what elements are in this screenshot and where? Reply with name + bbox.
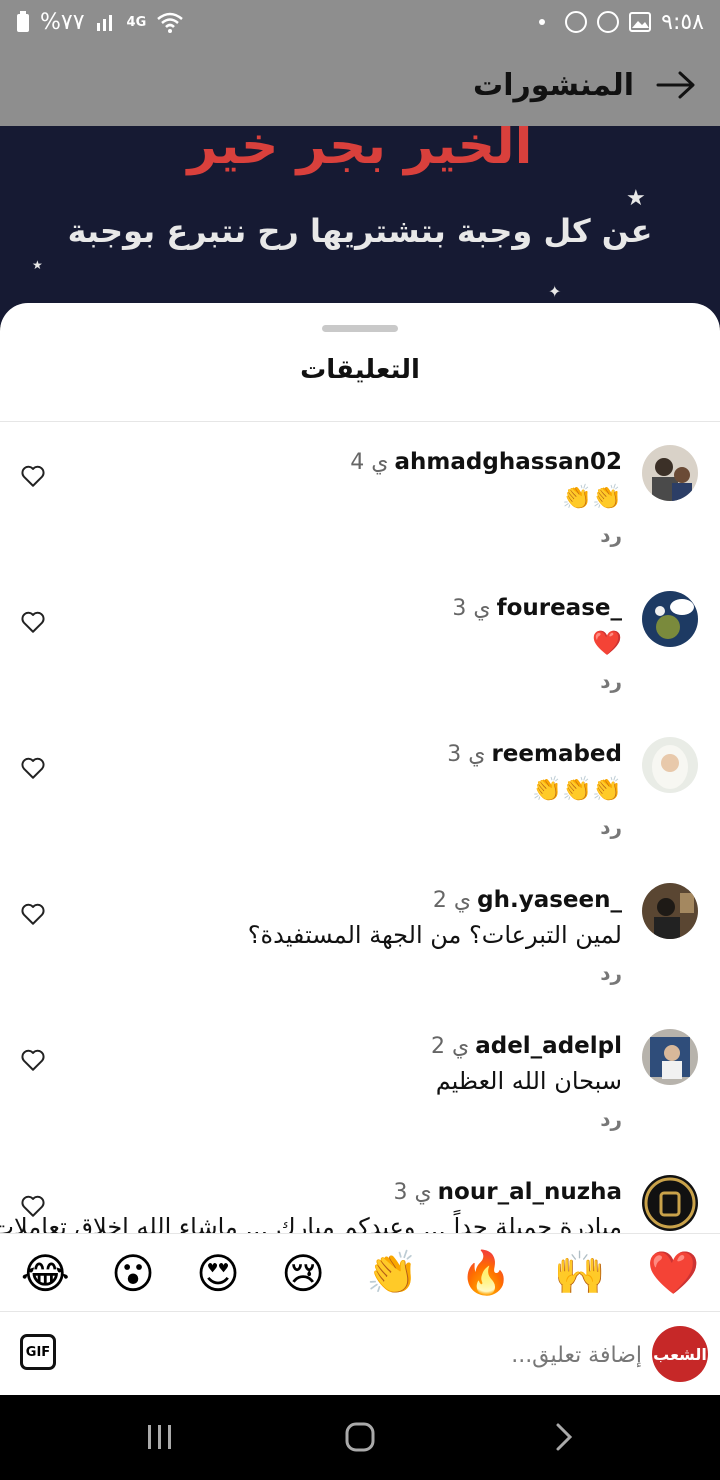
comment-username[interactable]: fourease_ [497, 595, 622, 621]
comment-time: 3 ي [447, 742, 486, 767]
clock: ٩:٥٨ [661, 9, 704, 35]
recents-icon [148, 1425, 171, 1449]
status-bar: %٧٧ 4G ٩:٥٨ [0, 0, 720, 44]
reaction-sad[interactable]: 😢 [281, 1249, 325, 1298]
avatar[interactable] [642, 883, 698, 939]
banner-subline: عن كل وجبة بتشتريها رح نتبرع بوجبة [67, 212, 653, 250]
do-not-disturb-icon [597, 11, 620, 33]
comment-header: 4 ي ahmadghassan02 [350, 449, 622, 475]
home-icon [345, 1422, 375, 1452]
chevron-right-icon [556, 1423, 573, 1451]
comment-time: 4 ي [350, 450, 389, 475]
avatar[interactable] [642, 591, 698, 647]
comment-text: لمين التبرعات؟ من الجهة المستفيدة؟ [247, 921, 622, 949]
comment-item: 3 ي nour_al_nuzha مبادرة جميلة جداً ... … [0, 1153, 720, 1233]
reply-button[interactable]: رد [600, 523, 622, 547]
back-arrow-icon[interactable] [656, 70, 696, 100]
comment-item: 4 ي ahmadghassan02 👏👏 رد [0, 423, 720, 569]
recents-button[interactable] [140, 1419, 180, 1455]
comment-header: 3 ي nour_al_nuzha [393, 1179, 622, 1205]
comment-item: 2 ي gh.yaseen_ لمين التبرعات؟ من الجهة ا… [0, 861, 720, 1007]
divider [0, 421, 720, 422]
status-left: %٧٧ 4G [16, 10, 184, 35]
comment-username[interactable]: gh.yaseen_ [477, 887, 622, 913]
comment-composer: الشعب GIF [0, 1311, 720, 1395]
comment-text: 👏👏 [562, 483, 622, 511]
reaction-laughing[interactable]: 😂 [21, 1249, 70, 1298]
status-right: ٩:٥٨ [539, 10, 704, 35]
comments-list[interactable]: 4 ي ahmadghassan02 👏👏 رد 3 ي fourease_ ❤… [0, 423, 720, 1233]
reaction-heart-eyes[interactable]: 😍 [196, 1249, 240, 1298]
avatar[interactable] [642, 1175, 698, 1231]
drag-handle[interactable] [322, 325, 398, 332]
my-avatar: الشعب [652, 1326, 708, 1382]
comment-time: 2 ي [430, 1034, 470, 1059]
reaction-heart[interactable]: ❤️ [647, 1248, 699, 1298]
comment-text: مبادرة جميلة جداً ... وعيدكم مبارك ... م… [0, 1213, 622, 1233]
comments-title: التعليقات [300, 355, 420, 385]
comment-username[interactable]: reemabed [491, 741, 622, 767]
gif-button[interactable]: GIF [20, 1334, 56, 1370]
avatar[interactable] [642, 737, 698, 793]
network-type: 4G [126, 14, 147, 30]
system-nav-bar [0, 1395, 720, 1480]
star-icon: ★ [626, 186, 646, 211]
comment-header: 2 ي adel_adelpl [431, 1033, 622, 1059]
reply-button[interactable]: رد [600, 1107, 622, 1131]
page-title: المنشورات [473, 67, 634, 103]
avatar[interactable] [642, 445, 698, 501]
reaction-raised-hands[interactable]: 🙌 [553, 1248, 605, 1298]
quick-reactions: ❤️ 🙌 🔥 👏 😢 😍 😮 😂 [0, 1233, 720, 1312]
comment-item: 2 ي adel_adelpl سبحان الله العظيم رد [0, 1007, 720, 1153]
reply-button[interactable]: رد [600, 961, 622, 985]
comment-item: 3 ي reemabed 👏👏👏 رد [0, 715, 720, 861]
comment-text: ❤️ [592, 629, 622, 657]
battery-level: %٧٧ [40, 9, 85, 35]
gallery-icon [629, 12, 652, 32]
comment-input[interactable] [90, 1334, 644, 1376]
comment-time: 3 ي [393, 1180, 432, 1205]
comment-header: 3 ي reemabed [447, 741, 622, 767]
back-button[interactable] [544, 1419, 584, 1455]
comment-text: 👏👏👏 [532, 775, 622, 803]
comment-text: سبحان الله العظيم [435, 1067, 622, 1095]
post-image: الخير بجر خير عن كل وجبة بتشتريها رح نتب… [0, 126, 720, 326]
avatar[interactable] [642, 1029, 698, 1085]
heart-icon[interactable] [20, 609, 46, 635]
comment-username[interactable]: adel_adelpl [475, 1033, 622, 1059]
heart-icon[interactable] [20, 1047, 46, 1073]
heart-icon[interactable] [20, 755, 46, 781]
comment-time: 2 ي [432, 888, 472, 913]
comment-header: 3 ي fourease_ [452, 595, 622, 621]
reaction-surprised[interactable]: 😮 [111, 1249, 155, 1298]
comments-sheet: التعليقات 4 ي ahmadghassan02 👏👏 رد 3 ي f… [0, 303, 720, 1395]
app-header: المنشورات [0, 44, 720, 126]
reply-button[interactable]: رد [600, 815, 622, 839]
battery-icon [17, 11, 29, 32]
banner-headline: الخير بجر خير [187, 126, 533, 176]
heart-icon[interactable] [20, 463, 46, 489]
star-icon: ★ [32, 258, 43, 272]
reaction-fire[interactable]: 🔥 [460, 1248, 512, 1298]
whatsapp-icon [565, 11, 588, 33]
comment-username[interactable]: ahmadghassan02 [395, 449, 622, 475]
heart-icon[interactable] [20, 1193, 46, 1219]
wifi-icon [157, 12, 184, 33]
heart-icon[interactable] [20, 901, 46, 927]
reply-button[interactable]: رد [600, 669, 622, 693]
star-icon: ✦ [548, 282, 562, 301]
notification-dot-icon [539, 19, 546, 25]
home-button[interactable] [340, 1419, 380, 1455]
signal-icon [96, 15, 112, 31]
comment-header: 2 ي gh.yaseen_ [433, 887, 622, 913]
reaction-clap[interactable]: 👏 [366, 1248, 418, 1298]
comment-item: 3 ي fourease_ ❤️ رد [0, 569, 720, 715]
comment-username[interactable]: nour_al_nuzha [438, 1179, 622, 1205]
comment-time: 3 ي [452, 596, 491, 621]
